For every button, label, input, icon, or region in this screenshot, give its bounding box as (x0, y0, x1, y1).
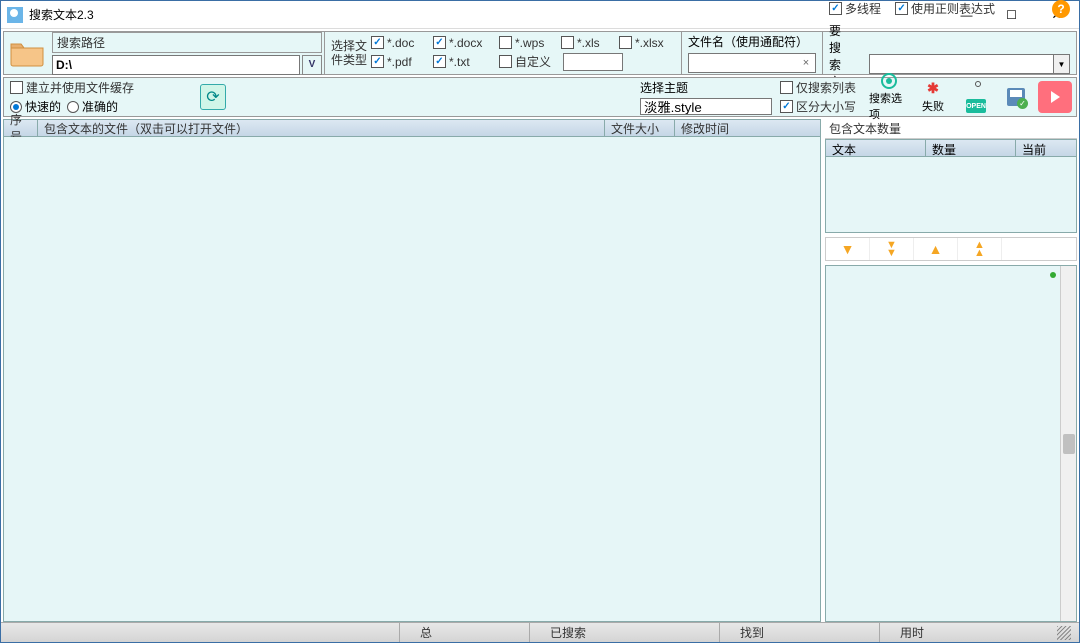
status-time: 用时 (879, 623, 1057, 642)
results-header: 序号 包含文本的文件（双击可以打开文件） 文件大小 修改时间 (3, 119, 821, 137)
nav-down-single[interactable]: ▼ (826, 238, 870, 260)
action-buttons: 搜索选项 ✱ 失败 OPEN ✓ (866, 78, 1076, 116)
searchtext-input[interactable] (869, 54, 1054, 74)
save-button[interactable]: ✓ (998, 79, 1034, 115)
fail-icon: ✱ (924, 80, 942, 97)
nav-up-single[interactable]: ▲ (914, 238, 958, 260)
col-size[interactable]: 文件大小 (605, 120, 675, 136)
checkbox-doc[interactable]: *.doc (371, 36, 431, 50)
filetype-label: 选择文件类型 (331, 39, 371, 67)
options-block: 多线程 使用正则表达式 ? 要搜索文本 ▼ (822, 32, 1076, 74)
theme-block: 选择主题 (636, 78, 776, 116)
searchtext-dropdown-icon[interactable]: ▼ (1054, 54, 1070, 74)
window-title: 搜索文本2.3 (29, 6, 944, 23)
clear-icon[interactable]: × (799, 56, 813, 70)
status-total: 总 (399, 623, 529, 642)
help-icon[interactable]: ? (1052, 0, 1070, 18)
theme-label: 选择主题 (640, 79, 772, 96)
main-area: 序号 包含文本的文件（双击可以打开文件） 文件大小 修改时间 包含文本数量 文本… (3, 119, 1077, 622)
detail-panel[interactable] (825, 265, 1077, 622)
checkbox-xls[interactable]: *.xls (561, 36, 617, 50)
scrollbar-vertical[interactable] (1060, 266, 1076, 621)
checkbox-case-sensitive[interactable]: 区分大小写 (780, 98, 862, 115)
status-searched: 已搜索 (529, 623, 719, 642)
checkbox-cache[interactable]: 建立并使用文件缓存 (10, 79, 188, 96)
options-icon (880, 73, 898, 89)
checkbox-txt[interactable]: *.txt (433, 55, 497, 69)
list-options-block: 仅搜索列表 区分大小写 (776, 78, 866, 116)
chevron-down-icon: ▼ (841, 241, 855, 257)
col-count[interactable]: 数量 (926, 140, 1016, 156)
path-block: 搜索路径 V (50, 32, 324, 74)
open-badge: OPEN (966, 99, 986, 113)
radio-accurate[interactable]: 准确的 (67, 98, 118, 115)
search-options-button[interactable]: 搜索选项 (868, 79, 910, 115)
cache-block: 建立并使用文件缓存 快速的 准确的 (4, 78, 194, 116)
app-window: 搜索文本2.3 ― ☐ ✕ 搜索路径 V 选择文件类型 *.doc *.docx… (0, 0, 1080, 643)
open-button[interactable]: OPEN (956, 79, 996, 115)
run-button[interactable] (1038, 81, 1072, 113)
filetype-block: 选择文件类型 *.doc *.docx *.wps *.xls *.xlsx *… (324, 32, 681, 74)
refresh-button[interactable]: ⟳ (200, 84, 226, 110)
checkbox-pdf[interactable]: *.pdf (371, 55, 431, 69)
fail-button[interactable]: ✱ 失败 (912, 79, 954, 115)
col-file[interactable]: 包含文本的文件（双击可以打开文件） (38, 120, 605, 136)
double-chevron-up-icon: ▲▲ (974, 241, 985, 257)
right-title: 包含文本数量 (825, 119, 1077, 139)
status-dot-icon (1050, 272, 1056, 278)
results-pane: 序号 包含文本的文件（双击可以打开文件） 文件大小 修改时间 (3, 119, 821, 622)
path-input[interactable] (52, 55, 300, 75)
theme-input[interactable] (640, 98, 772, 115)
folder-icon[interactable] (4, 32, 50, 74)
scrollbar-thumb[interactable] (1063, 434, 1075, 454)
path-dropdown-button[interactable]: V (302, 55, 322, 75)
status-blank (9, 623, 399, 642)
save-icon: ✓ (1007, 88, 1025, 106)
col-current[interactable]: 当前 (1016, 140, 1076, 156)
spacer (232, 78, 636, 116)
resize-grip-icon[interactable] (1057, 626, 1071, 640)
nav-strip: ▼ ▼▼ ▲ ▲▲ (825, 237, 1077, 261)
path-label: 搜索路径 (52, 32, 322, 53)
checkbox-multithread[interactable]: 多线程 (829, 0, 881, 17)
right-grid-body[interactable] (825, 157, 1077, 233)
checkbox-regex[interactable]: 使用正则表达式 (895, 0, 995, 17)
checkbox-wps[interactable]: *.wps (499, 36, 559, 50)
filename-label: 文件名（使用通配符） (688, 33, 816, 50)
right-grid-header: 文本 数量 当前 (825, 139, 1077, 157)
nav-down-double[interactable]: ▼▼ (870, 238, 914, 260)
custom-ext-input[interactable] (563, 53, 623, 71)
statusbar: 总 已搜索 找到 用时 (1, 622, 1079, 642)
checkbox-only-list[interactable]: 仅搜索列表 (780, 79, 862, 96)
toolbar-second: 建立并使用文件缓存 快速的 准确的 ⟳ 选择主题 仅搜索列表 区分大小写 搜索选… (3, 77, 1077, 117)
nav-up-double[interactable]: ▲▲ (958, 238, 1002, 260)
double-chevron-down-icon: ▼▼ (886, 241, 897, 257)
open-sign-icon (967, 81, 985, 99)
col-index[interactable]: 序号 (4, 120, 38, 136)
checkbox-custom[interactable]: 自定义 (499, 53, 559, 70)
chevron-up-icon: ▲ (929, 241, 943, 257)
checkbox-docx[interactable]: *.docx (433, 36, 497, 50)
play-icon (1048, 90, 1062, 104)
filename-input[interactable] (688, 53, 816, 73)
right-pane: 包含文本数量 文本 数量 当前 ▼ ▼▼ ▲ ▲▲ (825, 119, 1077, 622)
col-text[interactable]: 文本 (826, 140, 926, 156)
checkbox-xlsx[interactable]: *.xlsx (619, 36, 675, 50)
col-modified[interactable]: 修改时间 (675, 120, 820, 136)
results-body[interactable] (3, 137, 821, 622)
filename-block: 文件名（使用通配符） × (681, 32, 822, 74)
app-icon (7, 7, 23, 23)
toolbar-top: 搜索路径 V 选择文件类型 *.doc *.docx *.wps *.xls *… (3, 31, 1077, 75)
status-found: 找到 (719, 623, 879, 642)
